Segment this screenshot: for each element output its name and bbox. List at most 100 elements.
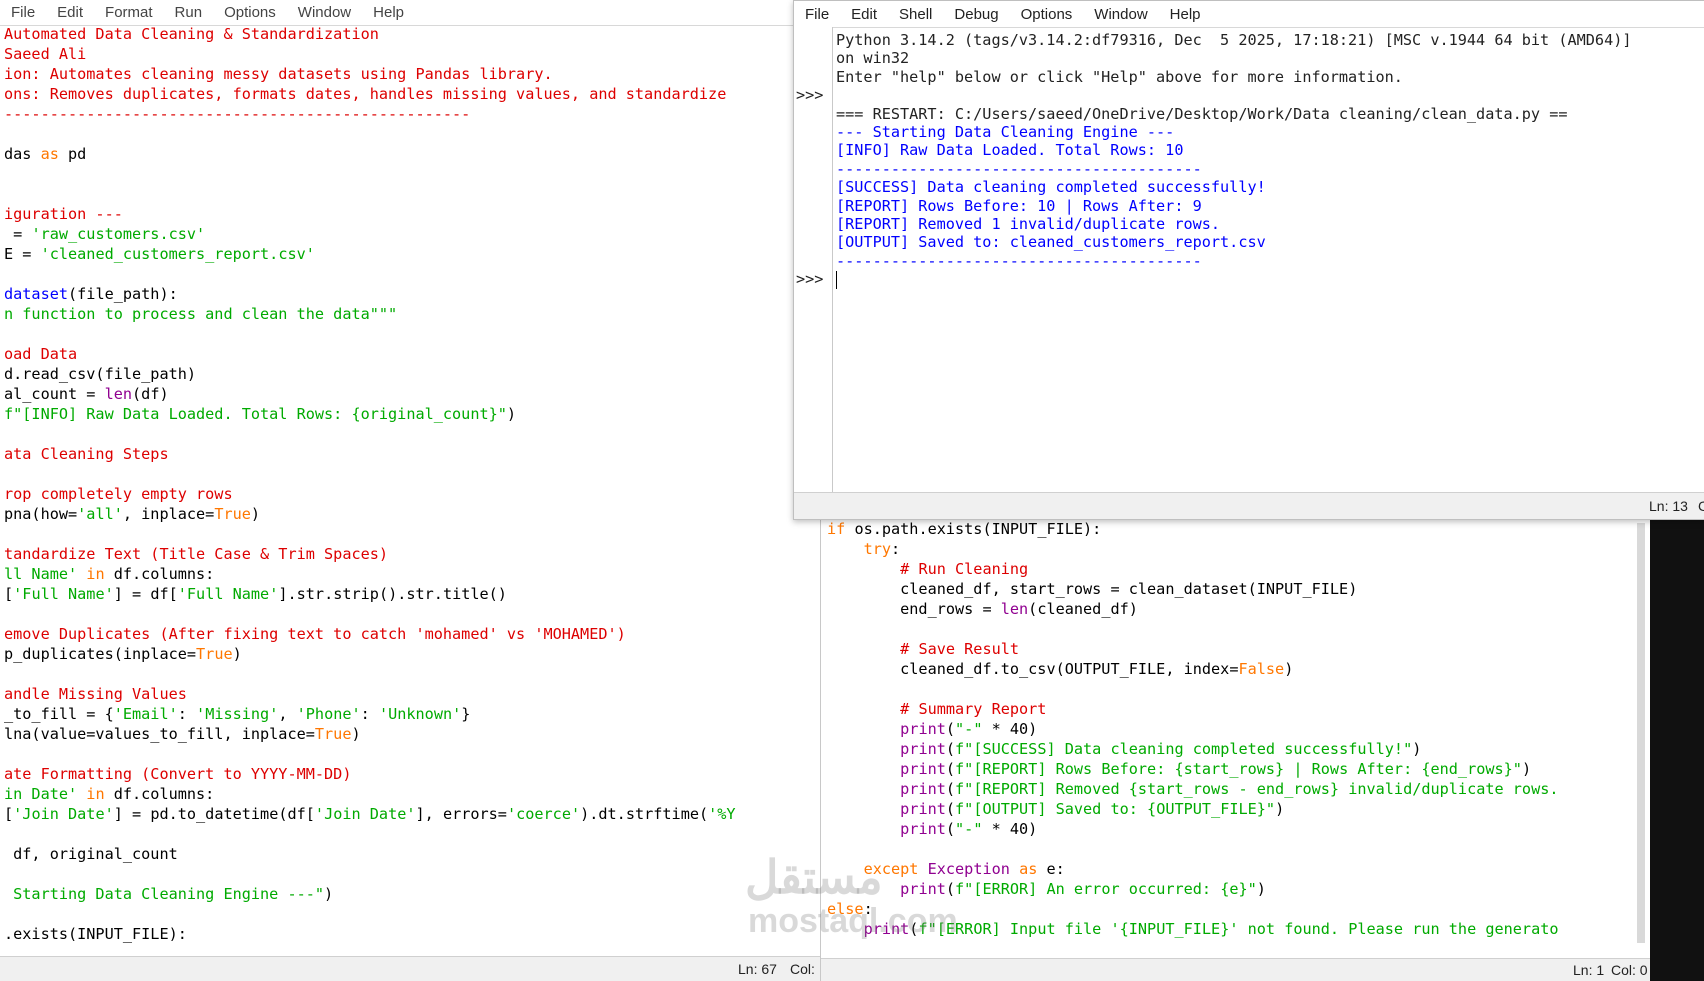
code-token: cleaned_df, start_rows = clean_dataset(I… [827,580,1358,598]
shell-prompt-gutter: >>> >>> [794,27,833,493]
code-token: '%Y [708,805,736,823]
code-line: print("-" * 40) [827,819,1559,839]
code-token: 'Join Date' [314,805,416,823]
code-line: in Date' in df.columns: [4,784,736,804]
code-token: .exists(INPUT_FILE): [4,925,187,943]
python-shell-window: File Edit Shell Debug Options Window Help >>> >… [793,0,1704,520]
code-token: len [104,385,133,403]
code-token: ) [1275,800,1285,818]
code-line: al_count = len(df) [4,384,736,404]
code-line: = 'raw_customers.csv' [4,224,736,244]
code-line: cleaned_df.to_csv(OUTPUT_FILE, index=Fal… [827,659,1559,679]
code-token: f"[REPORT] Removed {start_rows - end_row… [955,780,1559,798]
left-menu-help[interactable]: Help [362,0,415,25]
code-line: ​ [4,824,736,844]
code-token: ll Name' [4,565,78,583]
code-token: print [900,800,946,818]
shell-menu-debug[interactable]: Debug [943,2,1009,27]
code-line: ​ [4,264,736,284]
code-line: p_duplicates(inplace=True) [4,644,736,664]
shell-text: [REPORT] Removed 1 invalid/duplicate row… [836,214,1221,233]
code-token: # Summary Report [900,700,1047,718]
code-token: ) [250,505,261,523]
editor-statusbar: Ln: 67 Col: [0,956,820,981]
shell-output[interactable]: Python 3.14.2 (tags/v3.14.2:df79316, Dec… [836,31,1632,289]
code-token: tandardize Text (Title Case & Trim Space… [4,545,389,563]
code-token: print [900,880,946,898]
code-token: ) [1412,740,1422,758]
shell-prompt: >>> [796,270,824,289]
code-line: Starting Data Cleaning Engine ---") [4,884,736,904]
code-line: df, original_count [4,844,736,864]
editor-menubar: File Edit Format Run Options Window Help [0,0,820,26]
code-line: # Save Result [827,639,1559,659]
code-token: ----------------------------------------… [4,105,471,123]
code-line: oad Data [4,344,736,364]
col-number-status: Col: [790,961,815,977]
code-token: ) [1256,880,1266,898]
code-token: e: [1037,860,1065,878]
shell-line: on win32 [836,49,1632,67]
code-line: ate Formatting (Convert to YYYY-MM-DD) [4,764,736,784]
code-token: ( [945,880,956,898]
code-line: print("-" * 40) [827,719,1559,739]
code-token: "-" [955,820,983,838]
left-menu-format[interactable]: Format [94,0,164,25]
code-token: cleaned_df.to_csv(OUTPUT_FILE, index= [827,660,1239,678]
code-token: len [1000,600,1029,618]
shell-menu-options[interactable]: Options [1010,2,1084,27]
code-token: end_rows = [827,600,1001,618]
code-token: 'Full Name' [177,585,279,603]
code-line: ​ [4,664,736,684]
code-token: if [827,520,846,538]
shell-line: [OUTPUT] Saved to: cleaned_customers_rep… [836,233,1632,251]
code-token: ) [506,405,517,423]
code-token: : [891,540,901,558]
code-token: E = [4,245,41,263]
code-line: ​ [4,864,736,884]
code-token: 'all' [77,505,123,523]
code-token: n function to process and clean the data… [4,305,398,323]
shell-menu-edit[interactable]: Edit [840,2,888,27]
secondary-line-status: Ln: 1 [1573,962,1605,978]
left-menu-options[interactable]: Options [213,0,287,25]
code-token: ) [232,645,242,663]
scrollbar[interactable] [1637,523,1645,943]
code-line: _to_fill = {'Email': 'Missing', 'Phone':… [4,704,736,724]
left-menu-edit[interactable]: Edit [46,0,94,25]
shell-menu-window[interactable]: Window [1083,2,1158,27]
shell-line-status: Ln: 13 [1649,498,1688,514]
code-token: d.read_csv(file_path) [4,365,197,383]
left-menu-run[interactable]: Run [164,0,214,25]
code-token: df.columns: [104,785,215,803]
code-line: E = 'cleaned_customers_report.csv' [4,244,736,264]
code-editor-main[interactable]: Automated Data Cleaning & Standardizatio… [4,24,736,944]
code-token: = [4,225,32,243]
code-editor-secondary[interactable]: if os.path.exists(INPUT_FILE): try: # Ru… [827,519,1559,939]
code-token: Automated Data Cleaning & Standardizatio… [4,25,379,43]
code-token: True [196,645,233,663]
shell-line: --- Starting Data Cleaning Engine --- [836,123,1632,141]
code-token: ate Formatting (Convert to YYYY-MM-DD) [4,765,352,783]
code-line: ----------------------------------------… [4,104,736,124]
left-menu-file[interactable]: File [0,0,46,25]
shell-menu-shell[interactable]: Shell [888,2,943,27]
code-token: 'Phone' [296,705,361,723]
code-line: ​ [827,619,1559,639]
background-desktop [1650,515,1704,981]
code-token: Saeed Ali [4,45,87,63]
code-token: } [461,705,471,723]
code-token: # Run Cleaning [900,560,1029,578]
shell-menu-help[interactable]: Help [1159,2,1212,27]
code-token: print [900,820,946,838]
shell-menu-file[interactable]: File [794,2,840,27]
left-menu-window[interactable]: Window [287,0,362,25]
code-line: tandardize Text (Title Case & Trim Space… [4,544,736,564]
code-token: p_duplicates(inplace= [4,645,197,663]
secondary-col-status: Col: 0 [1611,962,1648,978]
watermark-url: mostaql.com [748,902,958,940]
code-token: andle Missing Values [4,685,187,703]
code-token: [ [4,805,14,823]
